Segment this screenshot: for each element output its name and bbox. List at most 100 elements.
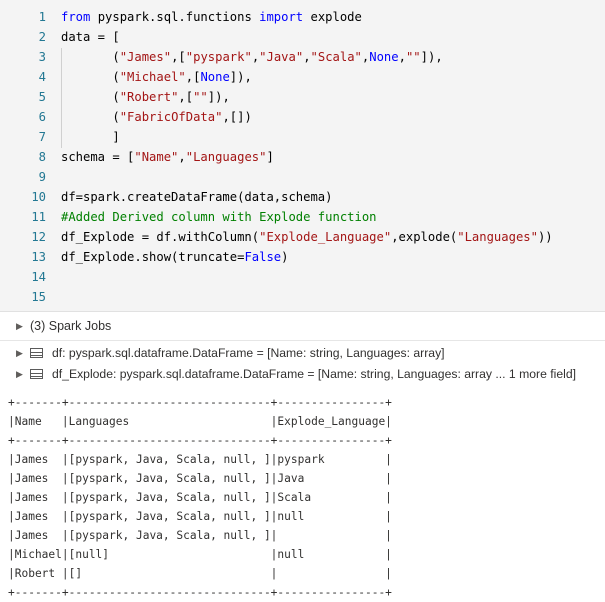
code-token: ,: [178, 150, 186, 164]
code-token: "pyspark": [185, 50, 252, 64]
expand-caret-icon[interactable]: ▶: [16, 364, 23, 384]
output-line: +-------+------------------------------+…: [8, 586, 392, 599]
output-line: |Michael|[null] |null |: [8, 548, 392, 561]
code-token: df_Explode.show(truncate=: [61, 250, 245, 264]
line-number: 3: [38, 50, 46, 64]
code-token: import: [259, 10, 304, 24]
code-token: "Languages": [185, 150, 267, 164]
spark-jobs-label[interactable]: (3) Spark Jobs: [30, 312, 111, 340]
output-line: +-------+------------------------------+…: [8, 434, 392, 447]
code-token: ,[: [185, 70, 201, 84]
code-token: df=spark.createDataFrame(data,schema): [61, 190, 333, 204]
code-token: None: [200, 70, 230, 84]
dataframe-row-df[interactable]: ▶ df: pyspark.sql.dataframe.DataFrame = …: [0, 343, 605, 363]
cell-output: +-------+------------------------------+…: [8, 393, 392, 602]
code-token: #Added Derived column with Explode funct…: [61, 210, 377, 224]
code-token: None: [369, 50, 399, 64]
line-number: 14: [31, 270, 46, 284]
code-token: ,[: [178, 90, 194, 104]
code-token: "Java": [259, 50, 304, 64]
code-token: "Languages": [457, 230, 538, 244]
line-number: 10: [31, 190, 46, 204]
code-text[interactable]: df=spark.createDataFrame(data,schema): [61, 187, 333, 207]
output-line: |James |[pyspark, Java, Scala, null, ]|J…: [8, 472, 392, 485]
code-token: (: [61, 90, 120, 104]
code-text[interactable]: ("James",["pyspark","Java","Scala",None,…: [61, 47, 443, 67]
code-token: (: [61, 110, 120, 124]
code-token: "Explode_Language": [259, 230, 392, 244]
code-line[interactable]: 8 schema = ["Name","Languages"]: [0, 147, 605, 167]
divider: [0, 340, 605, 341]
line-number: 5: [38, 90, 46, 104]
code-token: "Name": [134, 150, 179, 164]
code-token: ,: [398, 50, 406, 64]
line-number: 8: [38, 150, 46, 164]
line-number: 6: [38, 110, 46, 124]
code-token: (: [61, 50, 120, 64]
expand-caret-icon[interactable]: ▶: [16, 312, 23, 340]
code-line[interactable]: 10 df=spark.createDataFrame(data,schema): [0, 187, 605, 207]
code-text[interactable]: ("Michael",[None]),: [61, 67, 252, 87]
code-line[interactable]: 11 #Added Derived column with Explode fun…: [0, 207, 605, 227]
code-text[interactable]: ]: [61, 127, 120, 147]
line-number: 2: [38, 30, 46, 44]
code-text[interactable]: df_Explode.show(truncate=False): [61, 247, 288, 267]
code-token: from: [61, 10, 91, 24]
table-icon: [30, 348, 43, 358]
code-token: "": [405, 50, 421, 64]
line-number: 11: [31, 210, 46, 224]
code-token: df_Explode = df.withColumn(: [61, 230, 260, 244]
code-line[interactable]: 5 ("Robert",[""]),: [0, 87, 605, 107]
dataframe-row-df-explode[interactable]: ▶ df_Explode: pyspark.sql.dataframe.Data…: [0, 364, 605, 384]
code-token: ,[: [171, 50, 186, 64]
spark-jobs-row[interactable]: ▶ (3) Spark Jobs: [0, 312, 605, 340]
code-token: data = [: [61, 30, 120, 44]
code-token: ): [281, 250, 289, 264]
code-line[interactable]: 13 df_Explode.show(truncate=False): [0, 247, 605, 267]
code-token: ]),: [420, 50, 443, 64]
code-line[interactable]: 6 ("FabricOfData",[]): [0, 107, 605, 127]
code-token: schema = [: [61, 150, 135, 164]
code-line[interactable]: 14: [0, 267, 605, 287]
expand-caret-icon[interactable]: ▶: [16, 343, 23, 363]
line-number: 9: [38, 170, 46, 184]
output-line: |James |[pyspark, Java, Scala, null, ]| …: [8, 529, 392, 542]
code-text[interactable]: #Added Derived column with Explode funct…: [61, 207, 377, 227]
code-token: "Robert": [119, 90, 179, 104]
code-line[interactable]: 9: [0, 167, 605, 187]
code-text[interactable]: data = [: [61, 27, 120, 47]
code-line[interactable]: 12 df_Explode = df.withColumn("Explode_La…: [0, 227, 605, 247]
code-text[interactable]: ("Robert",[""]),: [61, 87, 230, 107]
line-number: 12: [31, 230, 46, 244]
output-line: |James |[pyspark, Java, Scala, null, ]|p…: [8, 453, 392, 466]
output-line: +-------+------------------------------+…: [8, 396, 392, 409]
code-token: ,[]): [222, 110, 252, 124]
code-token: ]: [61, 130, 120, 144]
code-line[interactable]: 2 data = [: [0, 27, 605, 47]
code-token: (: [61, 70, 120, 84]
code-line[interactable]: 7 ]: [0, 127, 605, 147]
code-token: ]),: [229, 70, 252, 84]
code-line[interactable]: 3 ("James",["pyspark","Java","Scala",Non…: [0, 47, 605, 67]
code-token: explode: [303, 10, 362, 24]
line-number: 1: [38, 10, 46, 24]
code-token: ]: [266, 150, 274, 164]
code-token: ]),: [207, 90, 230, 104]
code-text[interactable]: ("FabricOfData",[]): [61, 107, 252, 127]
dataframe-schema-text: df_Explode: pyspark.sql.dataframe.DataFr…: [52, 367, 576, 381]
code-token: "Scala": [310, 50, 362, 64]
code-line[interactable]: 1 from pyspark.sql.functions import explo…: [0, 7, 605, 27]
code-text[interactable]: df_Explode = df.withColumn("Explode_Lang…: [61, 227, 553, 247]
code-token: "FabricOfData": [119, 110, 223, 124]
code-token: ,explode(: [391, 230, 458, 244]
code-token: False: [244, 250, 282, 264]
code-token: ,: [303, 50, 311, 64]
code-cell[interactable]: 1 from pyspark.sql.functions import explo…: [0, 0, 605, 312]
line-number: 4: [38, 70, 46, 84]
code-text[interactable]: schema = ["Name","Languages"]: [61, 147, 274, 167]
table-icon: [30, 369, 43, 379]
code-line[interactable]: 4 ("Michael",[None]),: [0, 67, 605, 87]
code-line[interactable]: 15: [0, 287, 605, 307]
output-line: |Name |Languages |Explode_Language|: [8, 415, 392, 428]
code-text[interactable]: from pyspark.sql.functions import explod…: [61, 7, 362, 27]
